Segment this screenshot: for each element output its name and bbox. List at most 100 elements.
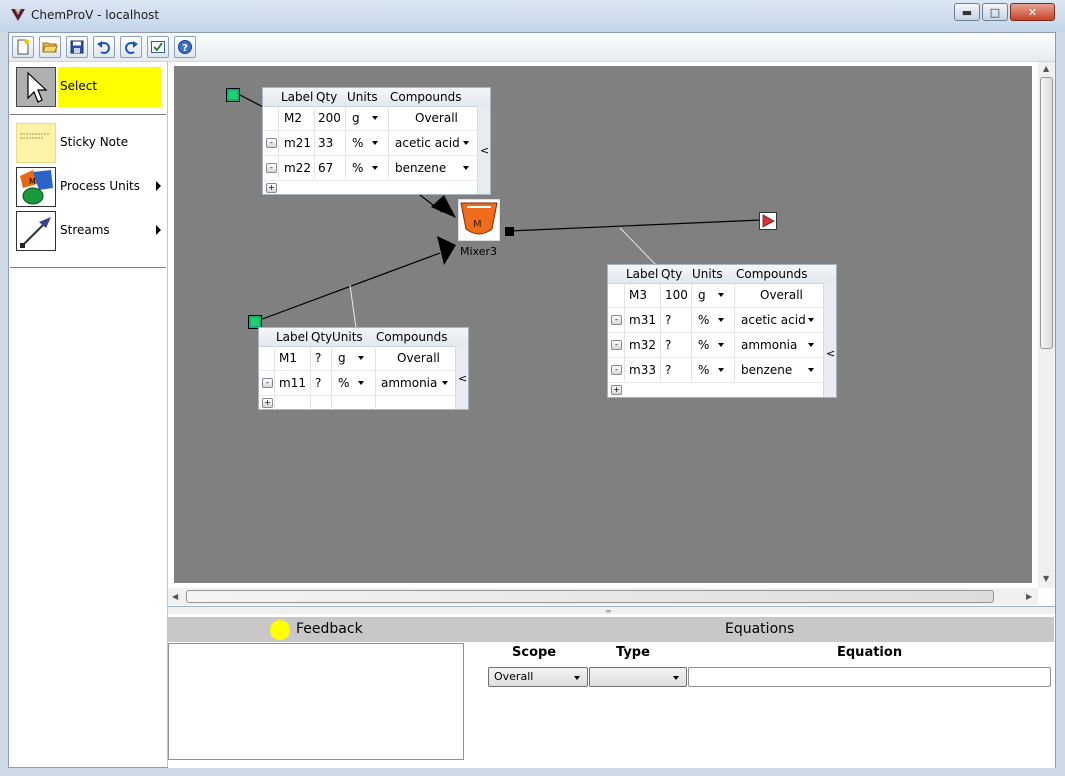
dropdown-arrow-icon[interactable] (372, 116, 378, 120)
type-select[interactable] (589, 667, 687, 687)
row-label[interactable]: m21 (284, 131, 311, 155)
remove-row-button[interactable]: - (266, 138, 277, 148)
equation-input[interactable] (688, 667, 1051, 687)
header-compounds: Compounds (736, 267, 808, 281)
table-connector (619, 227, 657, 266)
vertical-scroll-thumb[interactable] (1040, 77, 1053, 349)
dropdown-arrow-icon[interactable] (718, 343, 724, 347)
horizontal-scrollbar[interactable]: ◀ ▶ (168, 588, 1038, 605)
mixer-unit[interactable]: M (458, 199, 500, 241)
row-units[interactable]: % (352, 156, 363, 180)
collapse-handle[interactable]: < (477, 106, 490, 194)
stream-line[interactable] (256, 252, 441, 322)
row-qty[interactable]: 33 (318, 131, 333, 155)
dropdown-arrow-icon[interactable] (808, 343, 814, 347)
remove-row-button[interactable]: - (611, 340, 622, 350)
source-node-m2[interactable] (226, 88, 240, 102)
row-label[interactable]: M1 (279, 346, 297, 370)
row-qty[interactable]: ? (315, 346, 321, 370)
stream-arrowhead-icon (431, 195, 456, 218)
scope-value: Overall (494, 670, 534, 683)
dropdown-arrow-icon[interactable] (718, 318, 724, 322)
remove-row-button[interactable]: - (266, 163, 277, 173)
row-compound[interactable]: Overall (760, 283, 803, 307)
header-compounds: Compounds (390, 90, 462, 104)
row-label[interactable]: m31 (629, 308, 656, 332)
sink-node-icon[interactable] (759, 212, 777, 230)
row-units[interactable]: % (698, 333, 709, 357)
row-qty[interactable]: 100 (665, 283, 688, 307)
dropdown-arrow-icon[interactable] (808, 368, 814, 372)
row-label[interactable]: m32 (629, 333, 656, 357)
scroll-down-icon[interactable]: ▼ (1043, 574, 1049, 583)
header-label: Label (626, 267, 659, 281)
row-compound[interactable]: benzene (741, 358, 792, 382)
row-compound[interactable]: acetic acid (741, 308, 806, 332)
stream-line[interactable] (508, 219, 762, 232)
dropdown-arrow-icon[interactable] (463, 166, 469, 170)
row-label[interactable]: m33 (629, 358, 656, 382)
row-compound[interactable]: ammonia (381, 371, 437, 395)
stream-table-m2: Label Qty Units Compounds M2 200 g Overa… (262, 87, 491, 195)
feedback-textbox[interactable] (168, 643, 464, 760)
row-qty[interactable]: 67 (318, 156, 333, 180)
table-header: Label Qty Units Compounds (608, 265, 836, 284)
remove-row-button[interactable]: - (611, 365, 622, 375)
vertical-scrollbar[interactable]: ▲ ▼ (1038, 62, 1055, 588)
row-compound[interactable]: Overall (415, 106, 458, 130)
stream-table-m3: Label Qty Units Compounds M3 100 g Overa… (607, 264, 837, 398)
row-qty[interactable]: ? (665, 358, 671, 382)
dropdown-arrow-icon[interactable] (808, 318, 814, 322)
row-units[interactable]: % (698, 308, 709, 332)
dropdown-arrow-icon[interactable] (358, 356, 364, 360)
collapse-handle[interactable]: < (455, 346, 468, 409)
dropdown-arrow-icon[interactable] (718, 368, 724, 372)
row-compound[interactable]: Overall (397, 346, 440, 370)
row-units[interactable]: % (338, 371, 349, 395)
dropdown-arrow-icon[interactable] (358, 381, 364, 385)
dropdown-arrow-icon[interactable] (372, 166, 378, 170)
row-units[interactable]: g (338, 346, 346, 370)
column-type: Type (616, 645, 650, 660)
header-units: Units (332, 330, 363, 344)
row-qty[interactable]: ? (665, 308, 671, 332)
row-units[interactable]: % (698, 358, 709, 382)
dropdown-arrow-icon[interactable] (372, 141, 378, 145)
remove-row-button[interactable]: - (262, 378, 273, 388)
panel-splitter[interactable]: ═ (168, 606, 1055, 616)
dropdown-arrow-icon[interactable] (718, 293, 724, 297)
header-label: Label (281, 90, 314, 104)
row-label[interactable]: M3 (629, 283, 647, 307)
row-units[interactable]: g (352, 106, 360, 130)
row-label[interactable]: m11 (279, 371, 306, 395)
header-compounds: Compounds (376, 330, 448, 344)
row-qty[interactable]: 200 (318, 106, 341, 130)
scroll-up-icon[interactable]: ▲ (1043, 64, 1049, 73)
row-compound[interactable]: ammonia (741, 333, 797, 357)
add-row-button[interactable]: + (262, 398, 273, 408)
scroll-right-icon[interactable]: ▶ (1026, 592, 1032, 601)
row-label[interactable]: M2 (284, 106, 302, 130)
column-equation: Equation (837, 645, 903, 660)
row-qty[interactable]: ? (665, 333, 671, 357)
scroll-left-icon[interactable]: ◀ (172, 592, 178, 601)
feedback-status-light-icon (270, 620, 290, 640)
row-units[interactable]: g (698, 283, 706, 307)
row-compound[interactable]: benzene (395, 156, 446, 180)
remove-row-button[interactable]: - (611, 315, 622, 325)
header-qty: Qty (661, 267, 683, 281)
add-row-button[interactable]: + (266, 183, 277, 193)
column-scope: Scope (512, 645, 557, 660)
row-label[interactable]: m22 (284, 156, 311, 180)
add-row-button[interactable]: + (611, 385, 622, 395)
dropdown-arrow-icon[interactable] (463, 141, 469, 145)
dropdown-arrow-icon[interactable] (442, 381, 448, 385)
horizontal-scroll-thumb[interactable] (186, 590, 994, 603)
table-header: Label Qty Units Compounds (263, 88, 490, 107)
row-units[interactable]: % (352, 131, 363, 155)
scope-select[interactable]: Overall (488, 667, 588, 687)
row-compound[interactable]: acetic acid (395, 131, 460, 155)
row-qty[interactable]: ? (315, 371, 321, 395)
collapse-handle[interactable]: < (823, 283, 836, 397)
stream-handle[interactable] (505, 227, 514, 236)
